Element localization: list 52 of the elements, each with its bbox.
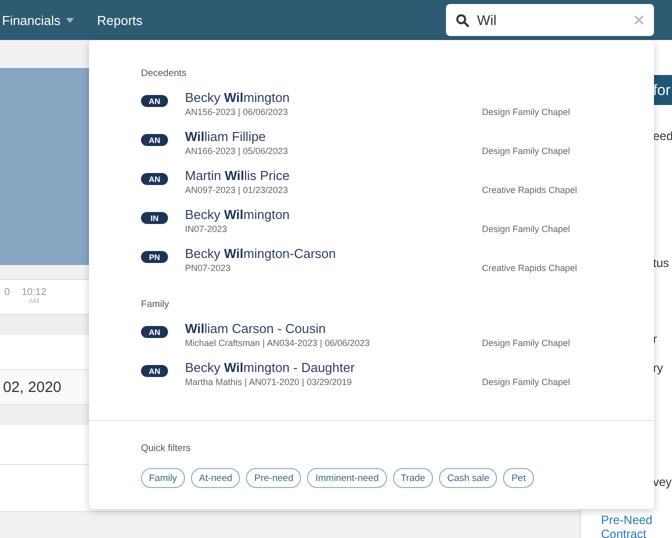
clear-icon[interactable] bbox=[634, 15, 644, 25]
type-badge: AN bbox=[141, 173, 168, 185]
type-badge: IN bbox=[141, 212, 168, 224]
section-title: Family bbox=[141, 299, 170, 311]
result-location: Design Family Chapel bbox=[482, 106, 572, 119]
caret-icon bbox=[66, 18, 74, 22]
panel-label: r bbox=[652, 332, 658, 346]
filter-chip[interactable]: Pet bbox=[503, 468, 534, 488]
filter-chip[interactable]: Trade bbox=[392, 468, 434, 488]
panel-label: tus bbox=[652, 256, 670, 270]
contract-link[interactable]: Pre-Need Contract bbox=[581, 513, 671, 538]
result-location: Creative Rapids Chapel bbox=[482, 184, 578, 197]
section-title: Decedents bbox=[141, 68, 188, 80]
filter-chip[interactable]: Cash sale bbox=[439, 468, 498, 488]
panel-label: vey bbox=[652, 475, 672, 489]
result-detail: Martha Mathis | AN071-2020 | 03/29/2019 bbox=[185, 376, 353, 389]
result-name[interactable]: Becky Wilmington bbox=[185, 207, 482, 223]
panel-label: ry bbox=[652, 361, 664, 375]
result-name[interactable]: William Fillipe bbox=[185, 129, 482, 145]
result-location: Design Family Chapel bbox=[482, 223, 572, 236]
filter-chip[interactable]: Imminent-need bbox=[307, 468, 387, 488]
result-name[interactable]: Martin Willis Price bbox=[185, 168, 482, 184]
search-bar[interactable]: Wil bbox=[446, 4, 654, 36]
result-name[interactable]: Becky Wilmington bbox=[185, 90, 482, 106]
filter-chip[interactable]: Pre-need bbox=[246, 468, 302, 488]
result-detail: Michael Craftsman | AN034-2023 | 06/06/2023 bbox=[185, 337, 371, 350]
result-detail: AN166-2023 | 05/06/2023 bbox=[185, 145, 289, 158]
date-text: 02, 2020 bbox=[3, 378, 62, 396]
type-badge: PN bbox=[141, 251, 168, 263]
panel-label: eed bbox=[652, 129, 672, 143]
result-detail: AN097-2023 | 01/23/2023 bbox=[185, 184, 289, 197]
result-name[interactable]: Becky Wilmington - Daughter bbox=[185, 360, 482, 376]
filter-chip[interactable]: At-need bbox=[190, 468, 240, 488]
result-location: Design Family Chapel bbox=[482, 145, 572, 158]
result-name[interactable]: William Carson - Cousin bbox=[185, 321, 482, 337]
result-name[interactable]: Becky Wilmington-Carson bbox=[185, 246, 482, 262]
nav-item[interactable]: Reports bbox=[97, 12, 177, 28]
result-location: Creative Rapids Chapel bbox=[482, 262, 578, 275]
type-badge: AN bbox=[141, 134, 168, 146]
result-detail: PN07-2023 bbox=[185, 262, 232, 275]
type-badge: AN bbox=[141, 326, 168, 338]
result-location: Design Family Chapel bbox=[482, 337, 572, 350]
result-detail: AN156-2023 | 06/06/2023 bbox=[185, 106, 289, 119]
nav-item[interactable]: Financials bbox=[2, 12, 97, 28]
filter-chip[interactable]: Family bbox=[141, 468, 185, 488]
axis-label: 0 bbox=[3, 286, 11, 300]
type-badge: AN bbox=[141, 95, 168, 107]
result-location: Design Family Chapel bbox=[482, 376, 572, 389]
result-detail: IN07-2023 bbox=[185, 223, 228, 236]
type-badge: AN bbox=[141, 365, 168, 377]
section-title: Quick filters bbox=[141, 443, 192, 454]
search-icon bbox=[456, 14, 469, 26]
